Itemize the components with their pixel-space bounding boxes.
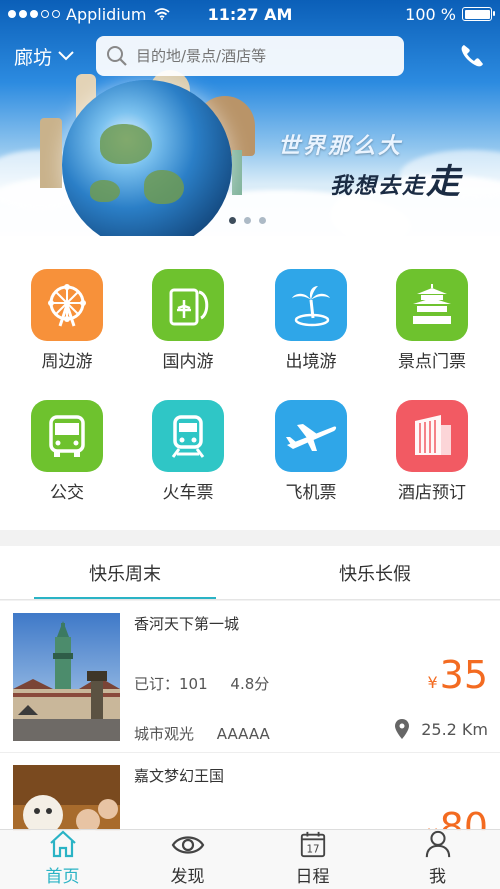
- tab-happy-holiday[interactable]: 快乐长假: [250, 546, 500, 599]
- distance-value: 25.2 Km: [421, 719, 488, 739]
- bus-icon: [31, 400, 103, 472]
- listing-stats: 已订：101 4.8分: [134, 673, 287, 694]
- nav-label: 发现: [170, 867, 205, 887]
- hotel-building-icon: [396, 400, 468, 472]
- listing-title: 嘉文梦幻王国: [134, 767, 225, 785]
- bottom-navigation: 首页 发现 17 日程 我: [0, 829, 500, 889]
- listing-distance: 25.2 Km: [395, 719, 488, 739]
- category-hotel-booking[interactable]: 酒店预订: [377, 400, 487, 503]
- banner-slogan-line2: 我想去走走: [330, 154, 462, 203]
- category-label: 火车票: [162, 483, 214, 503]
- category-domestic-tour[interactable]: 国内游: [133, 269, 243, 372]
- price-value: 35: [439, 653, 488, 697]
- listing-price: ¥ 80: [427, 805, 488, 831]
- listing-price: ¥ 35: [427, 653, 488, 697]
- city-name: 廊坊: [14, 46, 53, 69]
- train-icon: [152, 400, 224, 472]
- banner-slogan-line2-prefix: 我想去走: [330, 173, 427, 199]
- location-pin-icon: [395, 719, 410, 739]
- list-item[interactable]: 香河天下第一城 已订：101 4.8分 城市观光 AAAAA ¥ 35 25.2…: [0, 601, 500, 753]
- app-screen: 世界那么大 我想去走走 Applidium 11:27 AM 100 % 廊坊 …: [0, 0, 500, 889]
- category-label: 酒店预订: [398, 483, 466, 503]
- pager-dot-2[interactable]: [244, 217, 251, 224]
- category-outbound-tour[interactable]: 出境游: [256, 269, 366, 372]
- carrier-name: Applidium: [66, 4, 147, 24]
- temple-icon: [396, 269, 468, 341]
- category-label: 周边游: [41, 352, 93, 372]
- listing-thumbnail: [13, 765, 120, 831]
- tab-happy-weekend[interactable]: 快乐周末: [0, 546, 250, 599]
- category-grid: 周边游 国内游 出境游 景点门票 公交 火车票 飞机票 酒店预订: [0, 236, 500, 530]
- nav-label: 我: [429, 867, 446, 887]
- listing-rating: 4.8分: [230, 675, 270, 693]
- status-bar: Applidium 11:27 AM 100 %: [0, 0, 500, 28]
- banner-slogan-line2-big: 走: [426, 162, 463, 202]
- pager-dot-1[interactable]: [229, 217, 236, 224]
- nav-home[interactable]: 首页: [0, 830, 125, 889]
- category-bus[interactable]: 公交: [12, 400, 122, 503]
- calendar-day: 17: [306, 843, 319, 855]
- price-currency: ¥: [427, 673, 438, 692]
- signal-strength-icon: [8, 10, 60, 18]
- battery-status: 100 %: [405, 4, 495, 24]
- city-selector[interactable]: 廊坊: [14, 43, 74, 70]
- listing-title: 香河天下第一城: [134, 615, 240, 633]
- listing-thumbnail: [13, 613, 120, 741]
- nav-discover[interactable]: 发现: [125, 830, 250, 889]
- category-train-tickets[interactable]: 火车票: [133, 400, 243, 503]
- price-value: 80: [439, 805, 488, 831]
- listing-list: 香河天下第一城 已订：101 4.8分 城市观光 AAAAA ¥ 35 25.2…: [0, 601, 500, 831]
- nav-label: 日程: [295, 867, 330, 887]
- tab-bar: 快乐周末 快乐长假: [0, 546, 500, 600]
- listing-orders: 已订：101: [134, 675, 208, 693]
- top-bar: 廊坊: [0, 34, 500, 78]
- wifi-icon: [154, 8, 171, 20]
- pager-dot-3[interactable]: [259, 217, 266, 224]
- category-label: 出境游: [285, 352, 337, 372]
- listing-grade: AAAAA: [216, 725, 270, 743]
- chevron-down-icon: [58, 51, 74, 61]
- nav-schedule[interactable]: 17 日程: [250, 830, 375, 889]
- battery-icon: [462, 7, 495, 21]
- banner-pager[interactable]: [229, 217, 266, 224]
- home-icon: [49, 830, 76, 858]
- search-icon: [107, 46, 127, 66]
- category-flight-tickets[interactable]: 飞机票: [256, 400, 366, 503]
- person-icon: [425, 830, 450, 858]
- statue-of-liberty: [232, 150, 242, 195]
- category-nearby-tour[interactable]: 周边游: [12, 269, 122, 372]
- globe-image: [62, 80, 232, 236]
- battery-text: 100 %: [405, 4, 456, 24]
- nav-me[interactable]: 我: [375, 830, 500, 889]
- category-label: 景点门票: [398, 352, 466, 372]
- eye-icon: [171, 836, 204, 854]
- ferris-wheel-icon: [31, 269, 103, 341]
- category-label: 国内游: [162, 352, 214, 372]
- listing-category: 城市观光: [134, 725, 195, 743]
- listing-tags: 城市观光 AAAAA: [134, 723, 288, 744]
- calendar-icon: 17: [300, 831, 325, 858]
- nav-label: 首页: [45, 867, 80, 887]
- category-attraction-tickets[interactable]: 景点门票: [377, 269, 487, 372]
- airplane-icon: [275, 400, 347, 472]
- list-item[interactable]: 嘉文梦幻王国 ¥ 80: [0, 753, 500, 831]
- palm-island-icon: [275, 269, 347, 341]
- category-label: 飞机票: [285, 483, 337, 503]
- ticket-plane-icon: [152, 269, 224, 341]
- landmark-tower: [40, 118, 62, 188]
- phone-icon[interactable]: [458, 42, 486, 70]
- search-input[interactable]: [136, 47, 396, 65]
- category-label: 公交: [50, 483, 84, 503]
- search-bar[interactable]: [96, 36, 404, 76]
